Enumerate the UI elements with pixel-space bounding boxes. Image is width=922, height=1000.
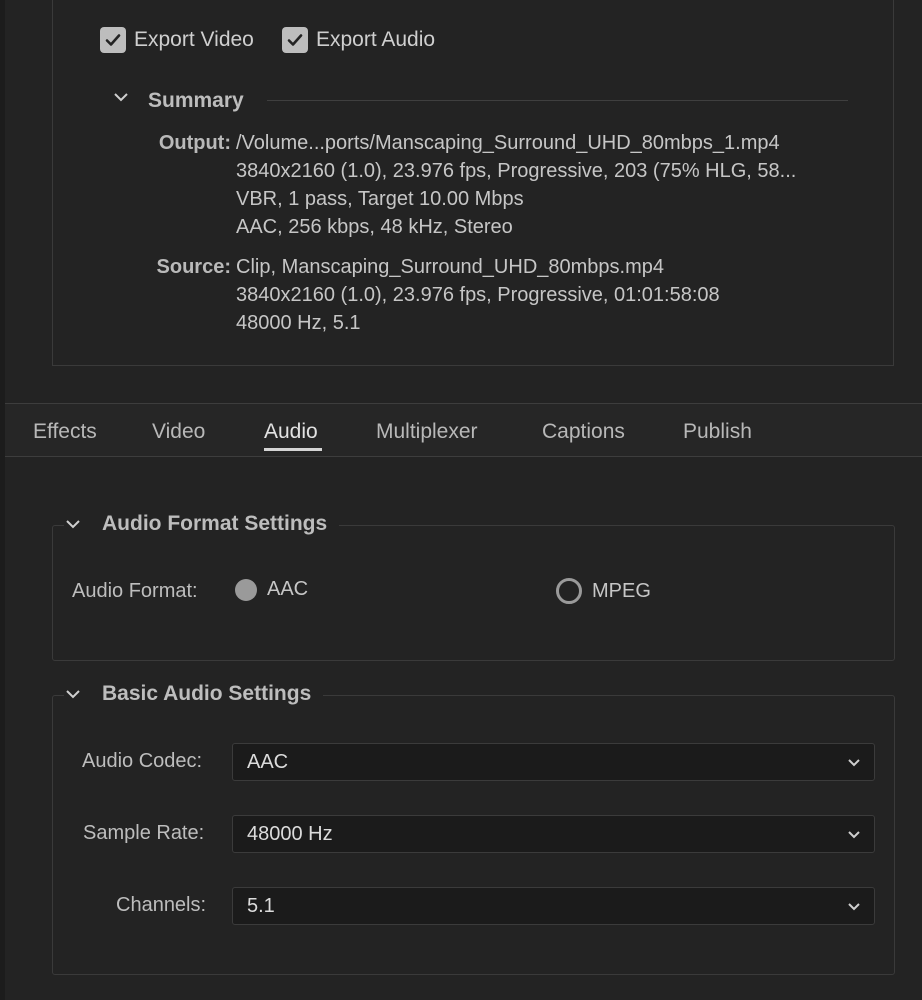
tab-audio[interactable]: Audio (264, 420, 318, 444)
tab-captions[interactable]: Captions (542, 420, 625, 444)
export-video-checkbox[interactable]: Export Video (100, 27, 254, 53)
left-edge (0, 0, 5, 1000)
radio-aac[interactable]: AAC (235, 578, 308, 601)
chevron-down-icon (848, 759, 860, 767)
output-label: Output: (158, 132, 231, 154)
checkmark-icon (100, 27, 126, 53)
tab-video[interactable]: Video (152, 420, 205, 444)
basic-audio-settings-header[interactable]: Basic Audio Settings (64, 682, 324, 706)
sample-rate-label: Sample Rate: (83, 822, 205, 844)
checkmark-icon (282, 27, 308, 53)
audio-format-settings-title: Audio Format Settings (102, 512, 328, 535)
output-line-4: AAC, 256 kbps, 48 kHz, Stereo (236, 216, 513, 238)
audio-codec-select[interactable]: AAC (232, 743, 875, 781)
export-video-label: Export Video (134, 28, 254, 51)
sample-rate-value: 48000 Hz (247, 823, 333, 845)
channels-select[interactable]: 5.1 (232, 887, 875, 925)
output-line-1: /Volume...ports/Manscaping_Surround_UHD_… (236, 132, 780, 154)
radio-mpeg-label: MPEG (592, 579, 651, 602)
source-label: Source: (156, 256, 231, 278)
radio-selected-icon (235, 578, 257, 601)
output-line-3: VBR, 1 pass, Target 10.00 Mbps (236, 188, 524, 210)
export-audio-label: Export Audio (316, 28, 436, 51)
audio-format-settings-header[interactable]: Audio Format Settings (64, 512, 340, 536)
audio-format-label: Audio Format: (72, 580, 198, 602)
source-line-3: 48000 Hz, 5.1 (236, 312, 361, 334)
sample-rate-select[interactable]: 48000 Hz (232, 815, 875, 853)
chevron-down-icon (66, 690, 80, 699)
chevron-down-icon (66, 520, 80, 529)
audio-codec-value: AAC (247, 751, 289, 773)
channels-label: Channels: (116, 894, 207, 916)
tab-effects[interactable]: Effects (33, 420, 97, 444)
source-line-1: Clip, Manscaping_Surround_UHD_80mbps.mp4 (236, 256, 664, 278)
tab-publish[interactable]: Publish (683, 420, 752, 444)
active-tab-indicator (264, 448, 322, 451)
summary-divider (267, 100, 848, 101)
channels-value: 5.1 (247, 895, 275, 917)
summary-title: Summary (148, 89, 244, 112)
chevron-down-icon (848, 831, 860, 839)
chevron-down-icon (114, 93, 128, 102)
output-line-2: 3840x2160 (1.0), 23.976 fps, Progressive… (236, 160, 797, 182)
radio-unselected-icon (556, 578, 582, 604)
basic-audio-settings-title: Basic Audio Settings (102, 682, 312, 705)
export-audio-checkbox[interactable]: Export Audio (282, 27, 435, 53)
radio-aac-label: AAC (267, 578, 309, 600)
audio-codec-label: Audio Codec: (82, 750, 203, 772)
radio-mpeg[interactable]: MPEG (556, 578, 651, 604)
tab-multiplexer[interactable]: Multiplexer (376, 420, 478, 444)
summary-toggle[interactable] (112, 90, 130, 109)
source-line-2: 3840x2160 (1.0), 23.976 fps, Progressive… (236, 284, 720, 306)
chevron-down-icon (848, 903, 860, 911)
